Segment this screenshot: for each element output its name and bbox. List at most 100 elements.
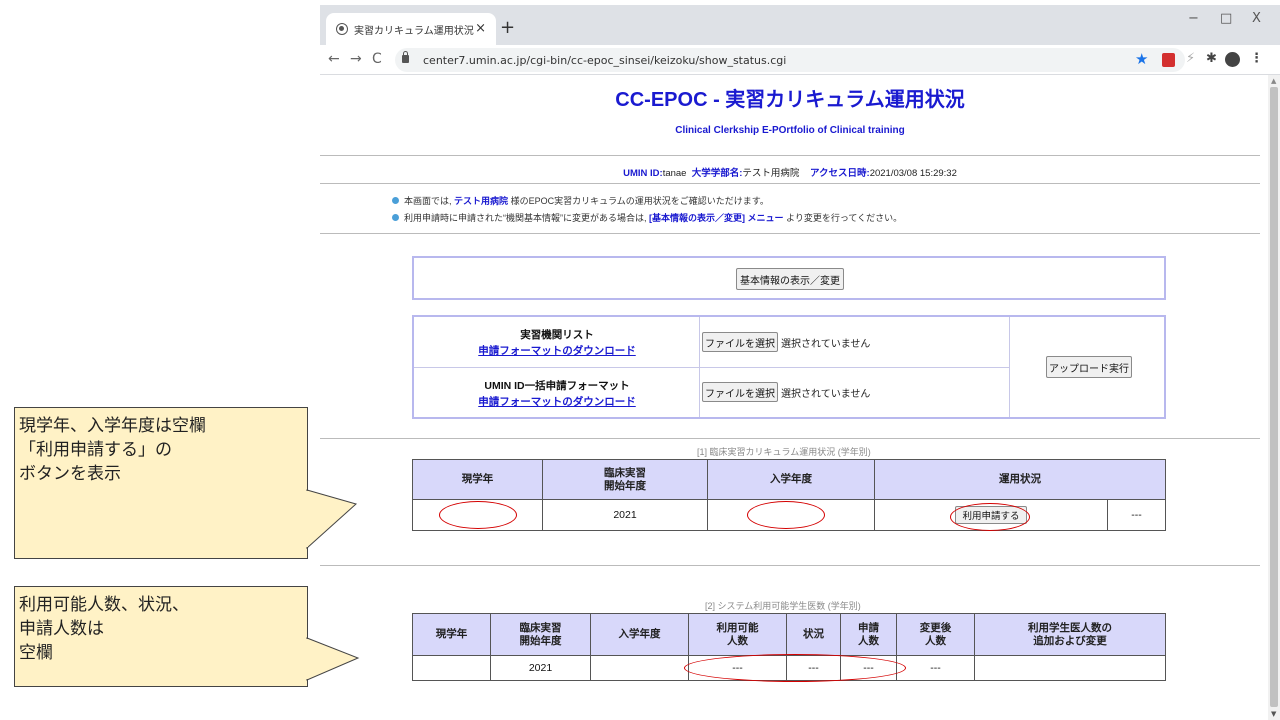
note-text: 本画面では, xyxy=(404,196,452,206)
table-header-row: 現学年 臨床実習 開始年度 入学年度 運用状況 xyxy=(412,459,1166,500)
header-line: 臨床実習 xyxy=(604,466,646,479)
new-tab-button[interactable]: + xyxy=(500,17,515,38)
bookmark-star-icon[interactable]: ★ xyxy=(1135,50,1148,68)
section2-caption: [2] システム利用可能学生医数 (学年別) xyxy=(705,601,861,611)
note-text: 様のEPOC実習カリキュラムの運用状況をご確認いただけます。 xyxy=(510,196,769,206)
callout-line: 現学年、入学年度は空欄 xyxy=(19,416,206,436)
callout-line: 利用可能人数、状況、 xyxy=(19,595,189,615)
divider xyxy=(320,438,1260,439)
scrollbar[interactable]: ▲ ▼ xyxy=(1268,75,1280,720)
univ-value: テスト用病院 xyxy=(742,168,800,179)
col-add-change: 利用学生医人数の 追加および変更 xyxy=(974,613,1166,656)
umin-id-value: tanae xyxy=(662,168,687,179)
menu-icon[interactable]: ⋮ xyxy=(1250,51,1263,66)
pdf-extension-icon[interactable] xyxy=(1162,53,1175,67)
address-bar[interactable]: center7.umin.ac.jp/cgi-bin/cc-epoc_sinse… xyxy=(395,48,1185,72)
table-header-row: 現学年 臨床実習 開始年度 入学年度 利用可能 人数 状況 申請 人数 変更後 人数 利… xyxy=(412,613,1166,656)
callout-line: 「利用申請する」の xyxy=(19,440,172,460)
divider xyxy=(320,233,1260,234)
univ-label: 大学学部名: xyxy=(691,168,743,179)
header-line: 申請 xyxy=(858,621,879,634)
maximize-icon[interactable]: □ xyxy=(1220,11,1232,26)
cell-entry-year xyxy=(590,655,689,681)
callout-line: 空欄 xyxy=(19,643,53,663)
section1-caption: [1] 臨床実習カリキュラム運用状況 (学年別) xyxy=(697,447,871,457)
callout-line: 申請人数は xyxy=(19,619,104,639)
callout-box: 現学年、入学年度は空欄 「利用申請する」の ボタンを表示 xyxy=(14,407,308,559)
annotation-oval xyxy=(684,654,906,682)
browser-tab[interactable]: 実習カリキュラム運用状況 × xyxy=(326,13,496,45)
facility-list-label: 実習機関リスト xyxy=(520,329,594,341)
tab-bar: 実習カリキュラム運用状況 × + − □ X xyxy=(320,5,1280,45)
tab-close-icon[interactable]: × xyxy=(475,21,486,36)
scroll-down-icon[interactable]: ▼ xyxy=(1271,710,1276,718)
choose-file-button[interactable]: ファイルを選択 xyxy=(702,332,778,352)
no-file-text: 選択されていません xyxy=(781,389,871,400)
download-link[interactable]: 申請フォーマットのダウンロード xyxy=(414,394,700,409)
umin-id-label: UMIN ID: xyxy=(623,168,663,179)
cell-changed: --- xyxy=(896,655,975,681)
annotation-oval xyxy=(747,501,825,529)
globe-icon xyxy=(336,23,348,35)
forward-icon[interactable]: → xyxy=(350,51,362,67)
minimize-icon[interactable]: − xyxy=(1188,11,1199,26)
user-info: UMIN ID:tanae 大学学部名:テスト用病院 アクセス日時:2021/0… xyxy=(320,165,1260,179)
notes: 本画面では, テスト用病院 様のEPOC実習カリキュラムの運用状況をご確認いただ… xyxy=(392,193,902,227)
basic-info-box: 基本情報の表示／変更 xyxy=(412,256,1166,300)
header-line: 変更後 xyxy=(919,621,952,634)
callout-line: ボタンを表示 xyxy=(19,464,121,484)
col-grade: 現学年 xyxy=(412,613,491,656)
header-line: 追加および変更 xyxy=(1033,634,1107,647)
col-applied: 申請 人数 xyxy=(840,613,897,656)
callout-box: 利用可能人数、状況、 申請人数は 空欄 xyxy=(14,586,308,687)
close-window-icon[interactable]: X xyxy=(1252,11,1261,26)
bullet-icon xyxy=(392,214,399,221)
profile-icon[interactable] xyxy=(1225,52,1240,67)
scrollbar-thumb[interactable] xyxy=(1270,87,1278,707)
col-available: 利用可能 人数 xyxy=(688,613,787,656)
callout-pointer xyxy=(306,637,360,681)
col-changed: 変更後 人数 xyxy=(896,613,975,656)
page-title: CC-EPOC - 実習カリキュラム運用状況 xyxy=(615,89,965,111)
extension-icon[interactable]: ⚡ xyxy=(1186,51,1195,66)
col-start-year: 臨床実習 開始年度 xyxy=(490,613,591,656)
header-line: 利用可能 xyxy=(716,621,759,634)
header-line: 開始年度 xyxy=(519,634,562,647)
cell-add-change xyxy=(974,655,1166,681)
tab-title: 実習カリキュラム運用状況 xyxy=(354,25,474,37)
header-line: 利用学生医人数の xyxy=(1028,621,1112,634)
divider xyxy=(320,155,1260,156)
upload-button[interactable]: アップロード実行 xyxy=(1046,356,1132,378)
scroll-up-icon[interactable]: ▲ xyxy=(1271,77,1276,85)
reload-icon[interactable]: C xyxy=(372,51,382,67)
header-line: 人数 xyxy=(925,634,946,647)
divider xyxy=(320,565,1260,566)
callout-pointer xyxy=(306,489,358,550)
col-state: 状況 xyxy=(786,613,841,656)
lock-icon xyxy=(402,51,409,63)
umin-format-label: UMIN ID一括申請フォーマット xyxy=(484,380,630,392)
bullet-icon xyxy=(392,197,399,204)
download-link[interactable]: 申請フォーマットのダウンロード xyxy=(414,343,700,358)
note-text: 利用申請時に申請された“機関基本情報”に変更がある場合は, xyxy=(404,213,647,223)
cell-start-year: 2021 xyxy=(542,499,708,531)
page-content: CC-EPOC - 実習カリキュラム運用状況 Clinical Clerkshi… xyxy=(320,75,1260,715)
note-line: 本画面では, テスト用病院 様のEPOC実習カリキュラムの運用状況をご確認いただ… xyxy=(392,193,902,210)
back-icon[interactable]: ← xyxy=(328,51,340,67)
col-entry-year: 入学年度 xyxy=(590,613,689,656)
col-grade: 現学年 xyxy=(412,459,543,500)
access-label: アクセス日時: xyxy=(810,168,870,179)
annotation-oval xyxy=(950,503,1030,531)
no-file-text: 選択されていません xyxy=(781,339,871,350)
note-text: より変更を行ってください。 xyxy=(786,213,903,223)
page-subtitle: Clinical Clerkship E-POrtfolio of Clinic… xyxy=(675,125,905,136)
basic-info-button[interactable]: 基本情報の表示／変更 xyxy=(736,268,844,290)
note-highlight: テスト用病院 xyxy=(454,196,509,206)
row-divider xyxy=(414,367,1010,368)
note-line: 利用申請時に申請された“機関基本情報”に変更がある場合は, [基本情報の表示／変… xyxy=(392,210,902,227)
cell-status: --- xyxy=(1107,499,1166,531)
puzzle-icon[interactable]: ✱ xyxy=(1206,51,1217,66)
choose-file-button[interactable]: ファイルを選択 xyxy=(702,382,778,402)
browser-toolbar: ← → C center7.umin.ac.jp/cgi-bin/cc-epoc… xyxy=(320,45,1280,75)
cell-start-year: 2021 xyxy=(490,655,591,681)
